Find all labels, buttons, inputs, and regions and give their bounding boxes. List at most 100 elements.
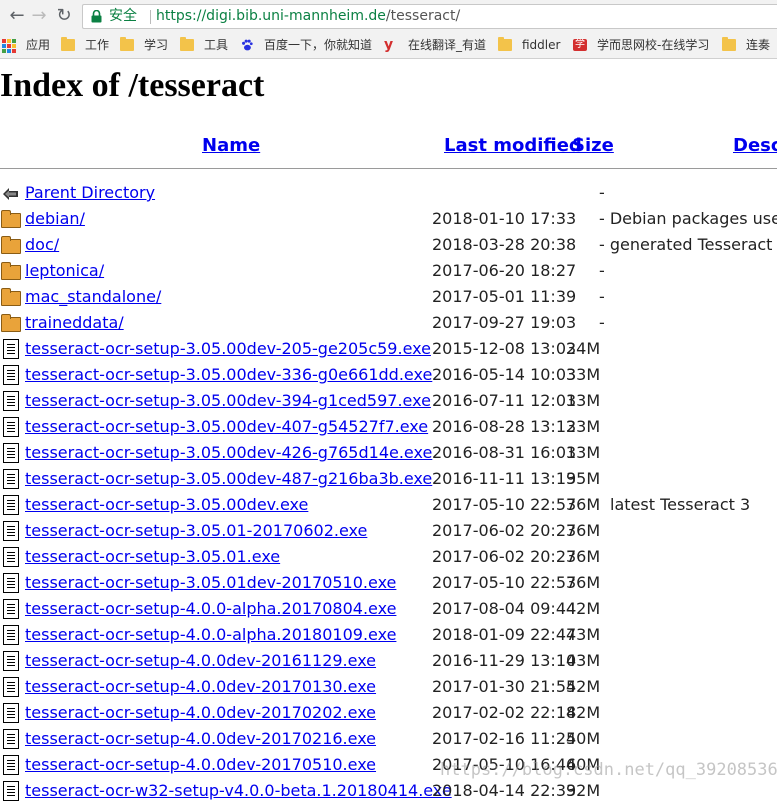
file-link[interactable]: tesseract-ocr-setup-4.0.0-alpha.20180109… <box>25 625 396 644</box>
binary-file-icon <box>3 339 19 359</box>
last-modified-cell: 2016-05-14 10:03 <box>432 365 577 384</box>
xueersi-icon: 学 <box>573 39 587 51</box>
table-row: tesseract-ocr-setup-3.05.01.exe 2017-06-0… <box>0 544 777 570</box>
address-bar[interactable]: 安全 https://digi.bib.uni-mannheim.de/tess… <box>82 4 777 29</box>
folder-icon <box>1 262 21 280</box>
size-cell: 42M <box>566 703 601 722</box>
lock-icon <box>91 10 102 23</box>
bookmark-label: 连奏 <box>746 38 771 52</box>
last-modified-cell: 2017-01-30 21:55 <box>432 677 577 696</box>
last-modified-cell: 2016-07-11 12:01 <box>432 391 577 410</box>
bookmark-label: 应用 <box>26 38 51 52</box>
file-link[interactable]: tesseract-ocr-setup-4.0.0dev-20170510.ex… <box>25 755 376 774</box>
file-link[interactable]: tesseract-ocr-setup-4.0.0-alpha.20170804… <box>25 599 396 618</box>
file-link[interactable]: tesseract-ocr-setup-4.0.0dev-20161129.ex… <box>25 651 376 670</box>
file-link[interactable]: tesseract-ocr-setup-3.05.00dev-336-g0e66… <box>25 365 432 384</box>
binary-file-icon <box>3 573 19 593</box>
binary-file-icon <box>3 417 19 437</box>
binary-file-icon <box>3 755 19 775</box>
column-header-name[interactable]: Name <box>202 135 260 156</box>
size-cell: 43M <box>566 625 601 644</box>
file-link[interactable]: tesseract-ocr-setup-3.05.01dev-20170510.… <box>25 573 396 592</box>
file-link[interactable]: tesseract-ocr-setup-3.05.00dev.exe <box>25 495 308 514</box>
size-cell: 43M <box>566 651 601 670</box>
file-link[interactable]: tesseract-ocr-setup-3.05.00dev-426-g765d… <box>25 443 432 462</box>
file-link[interactable]: tesseract-ocr-setup-4.0.0dev-20170202.ex… <box>25 703 376 722</box>
watermark: https://blog.csdn.net/qq_39208536 <box>440 760 777 780</box>
file-link[interactable]: mac_standalone/ <box>25 287 161 306</box>
file-link[interactable]: tesseract-ocr-setup-3.05.01-20170602.exe <box>25 521 367 540</box>
last-modified-cell: 2015-12-08 13:03 <box>432 339 577 358</box>
folder-icon <box>1 210 21 228</box>
youdao-icon: y <box>384 37 394 53</box>
file-link[interactable]: traineddata/ <box>25 313 124 332</box>
last-modified-cell: 2017-05-01 11:39 <box>432 287 577 306</box>
binary-file-icon <box>3 703 19 723</box>
description-cell: - <box>599 287 605 306</box>
bookmark-label: 学而思网校-在线学习 <box>597 38 710 52</box>
forward-arrow-icon[interactable]: → <box>28 5 50 27</box>
size-cell: 36M <box>566 547 601 566</box>
last-modified-cell: 2017-05-10 22:57 <box>432 573 577 592</box>
file-link[interactable]: tesseract-ocr-setup-4.0.0dev-20170216.ex… <box>25 729 376 748</box>
last-modified-cell: 2016-08-28 13:12 <box>432 417 577 436</box>
last-modified-cell: 2018-01-09 22:47 <box>432 625 577 644</box>
file-link[interactable]: tesseract-ocr-setup-3.05.00dev-407-g5452… <box>25 417 428 436</box>
file-link[interactable]: tesseract-ocr-setup-3.05.00dev-205-ge205… <box>25 339 431 358</box>
table-row: tesseract-ocr-setup-4.0.0-alpha.20180109… <box>0 622 777 648</box>
binary-file-icon <box>3 625 19 645</box>
last-modified-cell: 2017-02-02 22:18 <box>432 703 577 722</box>
column-header-size[interactable]: Size <box>572 135 614 156</box>
file-link[interactable]: tesseract-ocr-setup-3.05.01.exe <box>25 547 280 566</box>
page-title: Index of /tesseract <box>0 67 265 104</box>
last-modified-cell: 2017-06-02 20:27 <box>432 547 577 566</box>
last-modified-cell: 2017-06-02 20:27 <box>432 521 577 540</box>
folder-icon <box>120 37 134 51</box>
file-link[interactable]: doc/ <box>25 235 59 254</box>
file-list: Parent Directory - debian/2018-01-10 17:33… <box>0 180 777 804</box>
apps-icon <box>2 39 16 53</box>
folder-icon <box>498 37 512 51</box>
last-modified-cell: 2016-11-29 13:10 <box>432 651 577 670</box>
back-icon <box>1 183 21 203</box>
binary-file-icon <box>3 781 19 801</box>
binary-file-icon <box>3 469 19 489</box>
file-link[interactable]: Parent Directory <box>25 183 155 202</box>
url-text[interactable]: https://digi.bib.uni-mannheim.de/tessera… <box>156 5 460 28</box>
binary-file-icon <box>3 391 19 411</box>
size-cell: 36M <box>566 495 601 514</box>
table-row: tesseract-ocr-setup-4.0.0dev-20170216.ex… <box>0 726 777 752</box>
column-header-description[interactable]: Descr <box>733 135 777 156</box>
file-link[interactable]: leptonica/ <box>25 261 104 280</box>
file-link[interactable]: tesseract-ocr-w32-setup-v4.0.0-beta.1.20… <box>25 781 452 800</box>
column-header-last-modified[interactable]: Last modified <box>444 135 582 156</box>
table-row: traineddata/2017-09-27 19:03 - <box>0 310 777 336</box>
file-link[interactable]: tesseract-ocr-setup-4.0.0dev-20170130.ex… <box>25 677 376 696</box>
table-row: tesseract-ocr-setup-3.05.00dev-394-g1ced… <box>0 388 777 414</box>
binary-file-icon <box>3 677 19 697</box>
table-row: tesseract-ocr-setup-4.0.0dev-20161129.ex… <box>0 648 777 674</box>
size-cell: 42M <box>566 599 601 618</box>
size-cell: 32M <box>566 781 601 800</box>
file-link[interactable]: tesseract-ocr-setup-3.05.00dev-487-g216b… <box>25 469 432 488</box>
last-modified-cell: 2018-03-28 20:38 <box>432 235 577 254</box>
last-modified-cell: 2016-11-11 13:19 <box>432 469 577 488</box>
last-modified-cell: 2018-01-10 17:33 <box>432 209 577 228</box>
baidu-paw-icon <box>242 39 253 51</box>
file-link[interactable]: tesseract-ocr-setup-3.05.00dev-394-g1ced… <box>25 391 431 410</box>
folder-icon <box>722 37 736 51</box>
description-cell: - <box>599 261 605 280</box>
back-arrow-icon[interactable]: ← <box>6 5 28 27</box>
binary-file-icon <box>3 547 19 567</box>
last-modified-cell: 2017-05-10 22:57 <box>432 495 577 514</box>
size-cell: 40M <box>566 729 601 748</box>
reload-icon[interactable]: ↻ <box>53 5 75 27</box>
table-row: tesseract-ocr-setup-3.05.01dev-20170510.… <box>0 570 777 596</box>
bookmark-label: fiddler <box>522 38 561 52</box>
binary-file-icon <box>3 521 19 541</box>
last-modified-cell: 2017-09-27 19:03 <box>432 313 577 332</box>
omnibox-divider <box>150 10 151 24</box>
file-link[interactable]: debian/ <box>25 209 85 228</box>
secure-label: 安全 <box>109 8 137 24</box>
folder-icon <box>61 37 75 51</box>
